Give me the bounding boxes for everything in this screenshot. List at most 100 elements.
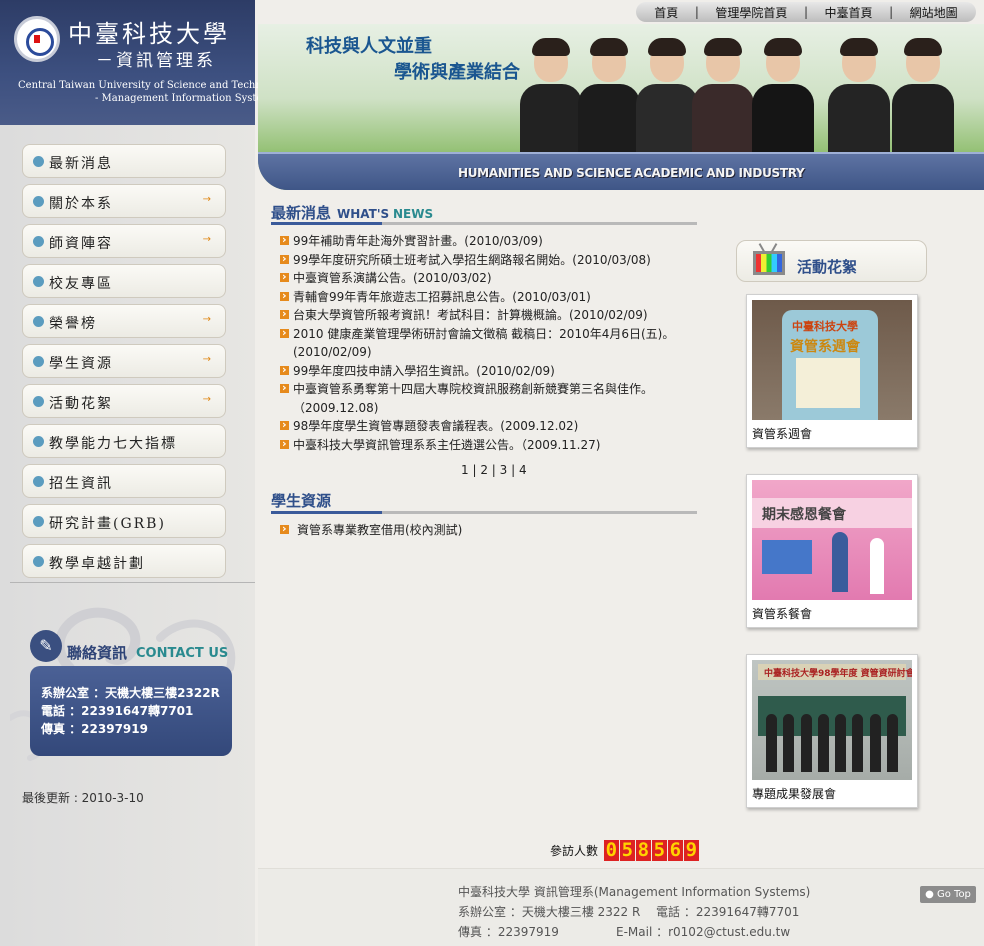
activity-caption: 專題成果發展會 xyxy=(752,787,837,801)
activity-card-3[interactable]: 中臺科技大學98學年度 資管資研討會暨專題成果展 專題成果發展會 xyxy=(746,654,918,808)
sidebar-item-9[interactable]: 研究計畫(GRB) xyxy=(22,504,226,538)
banner: 科技與人文並重 學術與產業結合 HUMANITIES AND SCIENCE A… xyxy=(258,24,984,190)
top-nav-link-1[interactable]: 管理學院首頁 xyxy=(715,4,787,21)
sidebar-item-3[interactable]: 校友專區 xyxy=(22,264,226,298)
sidebar-item-label: 活動花絮 xyxy=(49,396,113,412)
footer-office: 系辦公室 ：天機大樓三樓 2322 R xyxy=(458,905,641,919)
sidebar-item-label: 榮譽榜 xyxy=(49,316,97,332)
bullet-arrow-icon xyxy=(280,435,289,453)
news-item-text: 99年補助青年赴海外實習計畫。(2010/03/09) xyxy=(293,234,543,248)
visitor-counter: 參訪人數 058569 xyxy=(550,840,700,861)
news-list: 99年補助青年赴海外實習計畫。(2010/03/09) 99學年度研究所碩士班考試… xyxy=(280,231,700,455)
activity-card-2[interactable]: 期末感恩餐會 資管系餐會 xyxy=(746,474,918,628)
sidebar-item-7[interactable]: 教學能力七大指標 xyxy=(22,424,226,458)
main-menu: 最新消息 關於本系 → 師資陣容 → 校友專區 榮譽榜 → 學生資源 → 活動花絮 → 教學能力七大指標… xyxy=(22,144,226,584)
news-title-underline xyxy=(271,222,697,225)
banner-tag-1: HUMANITIES AND SCIENCE xyxy=(458,166,632,180)
contact-phone: 電話 ：22391647轉7701 xyxy=(41,704,194,718)
logo-university-name: 中臺科技大學 xyxy=(68,20,230,48)
bullet-arrow-icon xyxy=(280,250,289,268)
banner-slogan-2: 學術與產業結合 xyxy=(394,62,520,83)
news-item[interactable]: 2010 健康產業管理學術研討會論文徵稿 截稿日：2010年4月6日(五)。(2… xyxy=(280,324,700,362)
news-title-en-b: NEWS xyxy=(392,207,434,221)
bullet-arrow-icon xyxy=(280,268,289,287)
arrow-right-icon: → xyxy=(202,394,211,405)
left-sidebar: 中臺科技大學 －資訊管理系 Central Taiwan University … xyxy=(0,0,289,946)
photo-text: 中臺科技大學98學年度 資管資研討會暨專題成果展 xyxy=(764,669,912,679)
news-pager: 1 | 2 | 3 | 4 xyxy=(461,463,527,477)
sidebar-item-1[interactable]: 關於本系 → xyxy=(22,184,226,218)
site-logo[interactable]: 中臺科技大學 －資訊管理系 Central Taiwan University … xyxy=(0,0,289,125)
banner-person xyxy=(752,38,814,154)
bullet-icon xyxy=(33,396,44,407)
sidebar-item-8[interactable]: 招生資訊 xyxy=(22,464,226,498)
news-item[interactable]: 青輔會99年青年旅遊志工招募訊息公告。(2010/03/01) xyxy=(280,287,700,307)
logo-department-name-en: - Management Information Systems xyxy=(95,93,277,104)
news-item[interactable]: 99年補助青年赴海外實習計畫。(2010/03/09) xyxy=(280,231,700,251)
news-item[interactable]: 99學年度研究所碩士班考試入學招生網路報名開始。(2010/03/08) xyxy=(280,250,700,270)
counter-digit: 6 xyxy=(667,839,683,861)
arrow-right-icon: → xyxy=(202,234,211,245)
sidebar-item-label: 學生資源 xyxy=(49,356,113,372)
bullet-arrow-icon xyxy=(280,416,289,435)
go-top-label: Go Top xyxy=(936,889,971,900)
footer: 中臺科技大學 資訊管理系(Management Information Syst… xyxy=(258,868,984,946)
activities-title[interactable]: 活動花絮 xyxy=(736,240,927,282)
pager-page-4[interactable]: 4 xyxy=(519,463,527,477)
sidebar-item-label: 師資陣容 xyxy=(49,236,113,252)
sidebar-item-5[interactable]: 學生資源 → xyxy=(22,344,226,378)
counter-digit: 5 xyxy=(619,839,635,861)
footer-email[interactable]: E-Mail ：r0102@ctust.edu.tw xyxy=(616,923,790,940)
banner-person xyxy=(520,38,582,154)
activity-photo: 中臺科技大學 資管系週會 xyxy=(752,300,912,420)
bullet-icon xyxy=(33,276,44,287)
sidebar-item-label: 研究計畫(GRB) xyxy=(49,516,166,532)
bullet-arrow-icon xyxy=(280,324,289,342)
activity-photo: 期末感恩餐會 xyxy=(752,480,912,600)
photo-text: 期末感恩餐會 xyxy=(762,507,846,523)
sidebar-item-4[interactable]: 榮譽榜 → xyxy=(22,304,226,338)
pager-page-1[interactable]: 1 xyxy=(461,463,469,477)
activity-card-1[interactable]: 中臺科技大學 資管系週會 資管系週會 xyxy=(746,294,918,448)
top-nav-link-0[interactable]: 首頁 xyxy=(654,4,678,21)
last-updated: 最後更新 : 2010-3-10 xyxy=(22,791,144,805)
student-resource-text: 資管系專業教室借用(校內測試) xyxy=(297,523,463,537)
news-item[interactable]: 中臺資管系勇奪第十四屆大專院校資訊服務創新競賽第三名與佳作。（2009.12.0… xyxy=(280,379,700,417)
news-item[interactable]: 中臺科技大學資訊管理系系主任遴選公告。（2009.11.27) xyxy=(280,435,700,455)
go-top-button[interactable]: ● Go Top xyxy=(920,886,976,903)
photo-text: 中臺科技大學 xyxy=(792,320,858,333)
bullet-icon xyxy=(33,316,44,327)
news-item[interactable]: 99學年度四技申請入學招生資訊。(2010/02/09) xyxy=(280,361,700,381)
banner-slogan-1: 科技與人文並重 xyxy=(306,36,432,57)
sidebar-item-10[interactable]: 教學卓越計劃 xyxy=(22,544,226,578)
bullet-arrow-icon xyxy=(280,361,289,379)
news-item[interactable]: 台東大學資管所報考資訊！考試科目：計算機概論。(2010/02/09) xyxy=(280,305,700,325)
student-resource-item[interactable]: 資管系專業教室借用(校內測試) xyxy=(280,520,463,540)
contact-box: 系辦公室 ：天機大樓三樓2322R 電話 ：22391647轉7701 傳真 ：… xyxy=(30,666,232,756)
footer-fax: 傳真 ：22397919 xyxy=(458,925,559,939)
university-seal-icon xyxy=(14,16,60,62)
nav-separator: | xyxy=(803,5,808,19)
bullet-arrow-icon xyxy=(280,520,289,539)
news-item[interactable]: 98學年度學生資管專題發表會議程表。(2009.12.02) xyxy=(280,416,700,436)
bullet-icon xyxy=(33,236,44,247)
counter-digit: 0 xyxy=(603,839,619,861)
top-nav-link-2[interactable]: 中臺首頁 xyxy=(825,4,873,21)
pager-page-2[interactable]: 2 xyxy=(480,463,488,477)
sidebar-item-label: 教學能力七大指標 xyxy=(49,436,177,452)
sidebar-item-6[interactable]: 活動花絮 → xyxy=(22,384,226,418)
pager-page-3[interactable]: 3 xyxy=(500,463,508,477)
news-item[interactable]: 中臺資管系演講公告。(2010/03/02) xyxy=(280,268,700,288)
sidebar-item-0[interactable]: 最新消息 xyxy=(22,144,226,178)
sidebar-item-2[interactable]: 師資陣容 → xyxy=(22,224,226,258)
sidebar-item-label: 招生資訊 xyxy=(49,476,113,492)
activity-photo: 中臺科技大學98學年度 資管資研討會暨專題成果展 xyxy=(752,660,912,780)
news-item-text: 青輔會99年青年旅遊志工招募訊息公告。(2010/03/01) xyxy=(293,289,591,304)
counter-digit: 9 xyxy=(683,839,699,861)
top-nav-link-3[interactable]: 網站地圖 xyxy=(910,4,958,21)
tv-icon xyxy=(751,243,787,277)
contact-title-en: CONTACT US xyxy=(136,646,229,661)
students-list: 資管系專業教室借用(校內測試) xyxy=(280,520,463,540)
bullet-arrow-icon xyxy=(280,379,289,398)
banner-person xyxy=(692,38,754,154)
